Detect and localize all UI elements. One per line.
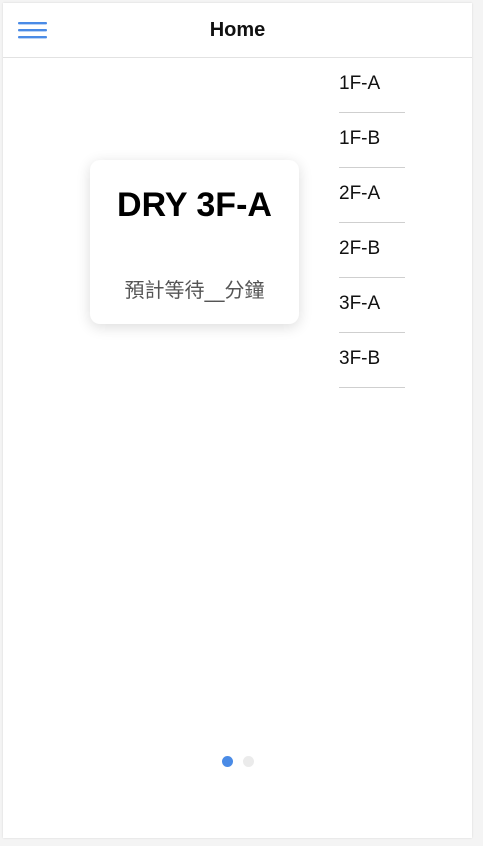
page-title: Home xyxy=(209,19,266,41)
floor-item-2f-a[interactable]: 2F-A xyxy=(339,168,405,223)
floor-item-3f-b[interactable]: 3F-B xyxy=(339,333,405,388)
card-title: DRY 3F-A xyxy=(117,186,272,224)
floor-item-1f-a[interactable]: 1F-A xyxy=(339,58,405,113)
status-card: DRY 3F-A 預計等待__分鐘 xyxy=(90,160,299,324)
hamburger-menu-icon xyxy=(18,22,47,39)
page-dot-1[interactable] xyxy=(222,756,233,767)
wait-time-text: 預計等待__分鐘 xyxy=(124,278,265,302)
app-screen: Home DRY 3F-A 預計等待__分鐘 1F-A 1F-B 2F-A 2F… xyxy=(3,3,472,838)
page-dot-2[interactable] xyxy=(243,756,254,767)
floor-item-2f-b[interactable]: 2F-B xyxy=(339,223,405,278)
floor-item-3f-a[interactable]: 3F-A xyxy=(339,278,405,333)
floor-item-1f-b[interactable]: 1F-B xyxy=(339,113,405,168)
menu-button[interactable] xyxy=(16,17,50,43)
floor-list: 1F-A 1F-B 2F-A 2F-B 3F-A 3F-B xyxy=(339,58,405,388)
top-header: Home xyxy=(3,3,472,58)
